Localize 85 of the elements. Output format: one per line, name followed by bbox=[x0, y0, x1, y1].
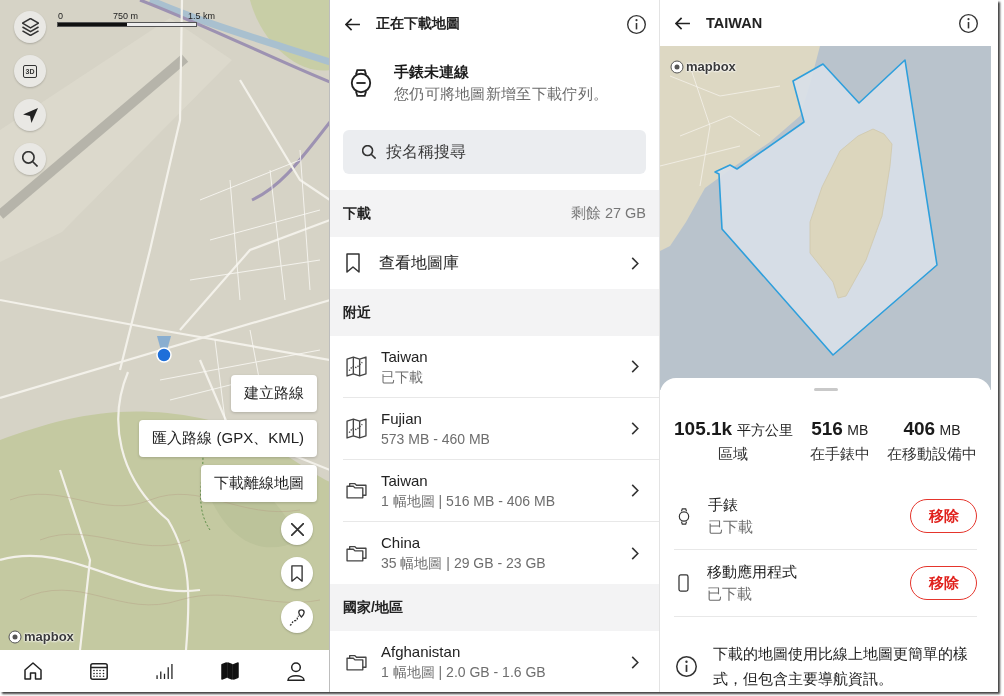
layers-icon bbox=[21, 18, 39, 36]
folder-icon bbox=[346, 482, 367, 499]
close-icon bbox=[290, 522, 304, 536]
chevron-right-icon bbox=[631, 546, 639, 560]
map-list-item[interactable]: Taiwan 已下載 bbox=[343, 336, 659, 398]
row-title: Fujian bbox=[381, 408, 423, 429]
navigation-arrow-icon bbox=[22, 107, 38, 123]
row-subtitle: 573 MB - 460 MB bbox=[381, 429, 491, 449]
folder-icon bbox=[346, 653, 367, 671]
person-icon bbox=[287, 661, 306, 681]
info-button[interactable] bbox=[959, 11, 978, 35]
folded-map-icon bbox=[221, 662, 240, 680]
home-icon bbox=[23, 662, 42, 680]
stat-label: 區域 bbox=[718, 445, 749, 464]
stat-value: 406 MB bbox=[903, 417, 961, 441]
map-list-item[interactable]: Fujian 573 MB - 460 MB bbox=[343, 398, 659, 460]
attribution-text: mapbox bbox=[686, 59, 736, 74]
watch-status-title: 手錶未連線 bbox=[394, 63, 470, 82]
scale-label: 0 bbox=[58, 11, 63, 21]
location-marker-icon bbox=[154, 336, 174, 364]
search-icon bbox=[362, 145, 376, 159]
back-arrow-icon bbox=[345, 17, 361, 31]
storage-remaining: 剩餘 27 GB bbox=[570, 204, 646, 223]
info-note: 下載的地圖使用比線上地圖更簡單的樣式，但包含主要導航資訊。 bbox=[713, 644, 969, 689]
stat-value: 516 MB bbox=[811, 417, 869, 441]
search-field[interactable]: 按名稱搜尋 bbox=[343, 130, 646, 174]
scale-label: 1.5 km bbox=[187, 11, 215, 21]
phone-icon bbox=[678, 574, 689, 592]
screen-title: TAIWAN bbox=[706, 15, 763, 31]
bookmark-icon bbox=[291, 564, 303, 582]
remove-button[interactable]: 移除 bbox=[910, 499, 977, 533]
map-list-item[interactable]: Taiwan 1 幅地圖 | 516 MB - 406 MB bbox=[343, 460, 659, 522]
row-title: 查看地圖庫 bbox=[379, 253, 460, 273]
watch-status-message: 您仍可將地圖新增至下載佇列。 bbox=[394, 85, 609, 104]
search-icon bbox=[22, 151, 38, 167]
bar-chart-icon bbox=[156, 663, 173, 679]
menu-item[interactable]: 下載離線地圖 bbox=[201, 465, 317, 502]
folder-icon bbox=[346, 544, 367, 562]
chevron-right-icon bbox=[631, 484, 639, 497]
row-subtitle: 1 幅地圖 | 2.0 GB - 1.6 GB bbox=[381, 663, 547, 682]
chevron-right-icon bbox=[631, 422, 639, 435]
back-arrow-icon bbox=[675, 16, 691, 30]
info-button[interactable] bbox=[627, 12, 646, 36]
section-title: 附近 bbox=[343, 303, 371, 322]
chevron-right-icon bbox=[631, 360, 639, 373]
map-icon bbox=[346, 356, 367, 377]
map-list-item[interactable]: 查看地圖庫 bbox=[343, 237, 659, 289]
menu-item[interactable]: 匯入路線 (GPX、KML) bbox=[139, 420, 317, 457]
info-icon bbox=[959, 13, 978, 33]
row-subtitle: 已下載 bbox=[381, 367, 424, 387]
route-icon bbox=[289, 608, 305, 626]
stat-label: 在移動設備中 bbox=[887, 445, 977, 464]
row-title: China bbox=[381, 533, 422, 553]
device-status: 已下載 bbox=[707, 585, 753, 604]
bookmark-icon bbox=[346, 253, 360, 273]
map-icon bbox=[346, 418, 367, 439]
info-icon bbox=[627, 14, 646, 34]
row-subtitle: 35 幅地圖 | 29 GB - 23 GB bbox=[381, 554, 547, 573]
chevron-right-icon bbox=[631, 655, 639, 669]
mapbox-logo-icon bbox=[8, 629, 22, 644]
device-name: 手錶 bbox=[708, 495, 739, 515]
map-list-item[interactable]: China 35 幅地圖 | 29 GB - 23 GB bbox=[343, 522, 659, 584]
stat-value: 105.1k 平方公里 bbox=[674, 417, 793, 441]
remove-button[interactable]: 移除 bbox=[910, 566, 977, 600]
device-name: 移動應用程式 bbox=[707, 562, 798, 582]
calendar-icon bbox=[89, 662, 108, 680]
stat-label: 在手錶中 bbox=[809, 445, 870, 464]
device-status: 已下載 bbox=[708, 518, 754, 537]
row-title: Taiwan bbox=[381, 470, 429, 491]
row-title: Afghanistan bbox=[381, 642, 462, 662]
sheet-handle[interactable] bbox=[813, 388, 838, 391]
attribution-text: mapbox bbox=[24, 629, 74, 644]
scale-label: 750 m bbox=[113, 11, 138, 21]
section-title: 國家/地區 bbox=[343, 598, 403, 617]
watch-icon bbox=[678, 507, 690, 525]
menu-item[interactable]: 建立路線 bbox=[231, 375, 317, 412]
chevron-right-icon bbox=[631, 256, 639, 270]
map-list-item[interactable]: Afghanistan 1 幅地圖 | 2.0 GB - 1.6 GB bbox=[343, 631, 659, 692]
mapbox-logo-icon bbox=[670, 59, 684, 74]
row-subtitle: 1 幅地圖 | 516 MB - 406 MB bbox=[381, 491, 557, 511]
watch-icon bbox=[349, 68, 373, 98]
section-title: 下載 bbox=[343, 204, 371, 223]
info-icon bbox=[676, 655, 697, 677]
row-title: Taiwan bbox=[381, 346, 429, 367]
screen-title: 正在下載地圖 bbox=[376, 15, 460, 33]
